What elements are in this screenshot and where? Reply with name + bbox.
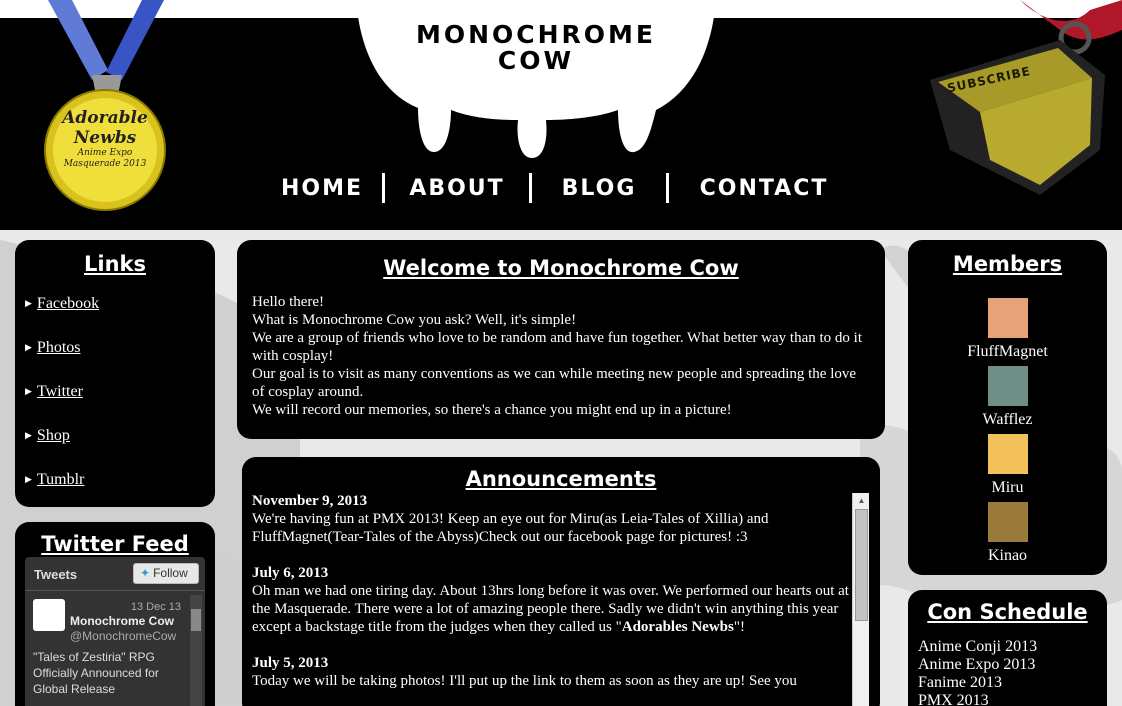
announcement-entry: November 9, 2013 We're having fun at PMX… <box>252 492 850 546</box>
nav-contact-link[interactable]: CONTACT <box>669 176 859 201</box>
con-schedule-list: Anime Conji 2013 Anime Expo 2013 Fanime … <box>908 638 1107 706</box>
announcements-title: Announcements <box>465 467 657 491</box>
list-item: Anime Expo 2013 <box>918 656 1036 673</box>
nav-home-link[interactable]: HOME <box>262 176 382 201</box>
tweet-author-name[interactable]: Monochrome Cow <box>70 614 187 628</box>
arrow-right-icon: ▶ <box>25 342 32 352</box>
twitter-widget: Tweets ✦ Follow 13 Dec 13 Monochrome Cow … <box>25 557 205 706</box>
welcome-line: Our goal is to visit as many conventions… <box>252 366 857 400</box>
twitter-scrollbar[interactable] <box>190 595 202 706</box>
twitter-widget-header: Tweets ✦ Follow <box>25 557 205 591</box>
avatar[interactable] <box>33 599 65 631</box>
welcome-panel: Welcome to Monochrome Cow Hello there! W… <box>237 240 885 439</box>
scroll-up-arrow-icon[interactable]: ▲ <box>853 493 870 508</box>
announcement-text: We're having fun at PMX 2013! Keep an ey… <box>252 511 769 545</box>
arrow-right-icon: ▶ <box>25 474 32 484</box>
twitter-bird-icon: ✦ <box>140 566 151 580</box>
link-shop[interactable]: Shop <box>37 427 70 444</box>
tweet-author-handle[interactable]: @MonochromeCow <box>70 629 187 643</box>
member-avatar[interactable] <box>987 298 1028 338</box>
follow-button[interactable]: ✦ Follow <box>133 563 199 584</box>
announcement-text-main: Oh man we had one tiring day. About 13hr… <box>252 583 849 635</box>
announcement-date: July 5, 2013 <box>252 655 329 671</box>
site-title-line1: MONOCHROME <box>415 20 657 49</box>
member-fluffmagnet[interactable]: FluffMagnet <box>908 298 1107 361</box>
list-item: ▶ Shop <box>25 426 215 445</box>
list-item: ▶ Twitter <box>25 382 215 401</box>
arrow-right-icon: ▶ <box>25 386 32 396</box>
member-name[interactable]: FluffMagnet <box>908 342 1107 361</box>
main-nav: HOME ABOUT BLOG CONTACT <box>262 172 862 204</box>
announcement-date: July 6, 2013 <box>252 565 329 581</box>
tweet-date[interactable]: 13 Dec 13 <box>131 601 181 613</box>
site-title[interactable]: MONOCHROME COW <box>386 22 686 74</box>
member-miru[interactable]: Miru <box>908 434 1107 497</box>
link-photos[interactable]: Photos <box>37 339 81 356</box>
nav-blog-link[interactable]: BLOG <box>532 176 666 201</box>
arrow-right-icon: ▶ <box>25 298 32 308</box>
announcement-text-bold: Adorables Newbs <box>621 619 734 635</box>
list-item: ▶ Photos <box>25 338 215 357</box>
member-avatar[interactable] <box>987 502 1028 542</box>
member-avatar[interactable] <box>987 366 1028 406</box>
tweets-label[interactable]: Tweets <box>34 567 77 582</box>
welcome-title: Welcome to Monochrome Cow <box>383 256 739 280</box>
announcement-text: Today we will be taking photos! I'll put… <box>252 673 797 689</box>
announcement-text: Oh man we had one tiring day. About 13hr… <box>252 582 850 636</box>
scrollbar-thumb[interactable] <box>191 609 201 631</box>
member-name[interactable]: Wafflez <box>908 410 1107 429</box>
welcome-body: Hello there! What is Monochrome Cow you … <box>237 280 885 419</box>
list-item: ▶ Tumblr <box>25 470 215 489</box>
con-schedule-panel: Con Schedule Anime Conji 2013 Anime Expo… <box>908 590 1107 706</box>
announcements-panel: Announcements November 9, 2013 We're hav… <box>242 457 880 706</box>
announcement-date: November 9, 2013 <box>252 493 368 509</box>
member-kinao[interactable]: Kinao <box>908 502 1107 565</box>
medal-line2: Newbs <box>73 128 137 148</box>
links-title: Links <box>84 252 146 276</box>
nav-about-link[interactable]: ABOUT <box>385 176 529 201</box>
tweet[interactable]: 13 Dec 13 Monochrome Cow @MonochromeCow … <box>25 591 205 697</box>
twitter-feed-panel: Twitter Feed Tweets ✦ Follow 13 Dec 13 Mo… <box>15 522 215 706</box>
member-wafflez[interactable]: Wafflez <box>908 366 1107 429</box>
welcome-line: We are a group of friends who love to be… <box>252 330 862 364</box>
list-item: Fanime 2013 <box>918 674 1002 691</box>
medal-line3: Anime Expo <box>77 148 133 158</box>
arrow-right-icon: ▶ <box>25 430 32 440</box>
scrollbar-thumb[interactable] <box>855 509 868 621</box>
medal-line4: Masquerade 2013 <box>63 159 147 169</box>
list-item: Anime Conji 2013 <box>918 638 1038 655</box>
site-title-line2: COW <box>497 46 575 75</box>
medal-line1: Adorable <box>62 108 148 128</box>
list-item: ▶ Facebook <box>25 294 215 313</box>
twitter-feed-title: Twitter Feed <box>41 532 189 556</box>
link-twitter[interactable]: Twitter <box>37 383 83 400</box>
links-panel: Links ▶ Facebook ▶ Photos ▶ Twitter ▶ Shop ▶… <box>15 240 215 507</box>
follow-label: Follow <box>153 566 188 580</box>
link-tumblr[interactable]: Tumblr <box>37 471 84 488</box>
con-schedule-title: Con Schedule <box>927 600 1088 624</box>
members-panel: Members FluffMagnet Wafflez Miru Kinao <box>908 240 1107 575</box>
announcement-entry: July 6, 2013 Oh man we had one tiring da… <box>252 564 850 636</box>
member-avatar[interactable] <box>987 434 1028 474</box>
tweet-text: "Tales of Zestiria" RPG Officially Annou… <box>33 650 159 696</box>
welcome-line: We will record our memories, so there's … <box>252 402 732 418</box>
cowbell-subscribe-graphic <box>930 0 1122 195</box>
announcements-scrollbar[interactable]: ▲ <box>852 493 869 706</box>
announcement-text-tail: "! <box>733 619 745 635</box>
members-title: Members <box>952 252 1063 276</box>
member-name[interactable]: Miru <box>908 478 1107 497</box>
welcome-line: What is Monochrome Cow you ask? Well, it… <box>252 312 577 328</box>
announcement-entry: July 5, 2013 Today we will be taking pho… <box>252 654 850 690</box>
member-name[interactable]: Kinao <box>908 546 1107 565</box>
link-facebook[interactable]: Facebook <box>37 295 99 312</box>
list-item: PMX 2013 <box>918 692 989 706</box>
links-list: ▶ Facebook ▶ Photos ▶ Twitter ▶ Shop ▶ Tumblr <box>15 294 215 489</box>
welcome-line: Hello there! <box>252 294 325 310</box>
medal-text: Adorable Newbs Anime Expo Masquerade 201… <box>46 108 164 170</box>
announcements-scroll-area[interactable]: November 9, 2013 We're having fun at PMX… <box>252 492 850 706</box>
